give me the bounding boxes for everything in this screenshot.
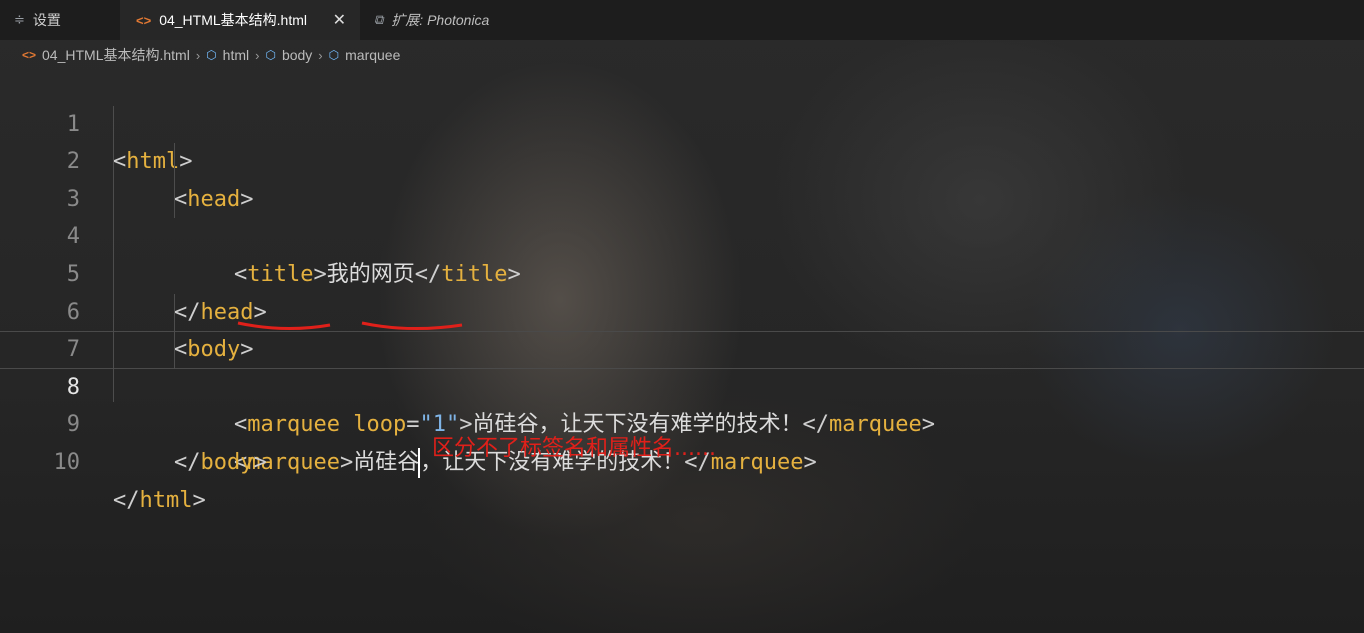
tab-extension[interactable]: ⧉ 扩展: Photonica [360, 0, 503, 40]
tag-name: marquee [710, 449, 804, 475]
settings-icon: ≑ [14, 12, 25, 27]
indent-guide [174, 180, 175, 219]
chevron-right-icon: › [195, 47, 201, 63]
breadcrumb-item-body[interactable]: body [282, 47, 312, 63]
symbol-cube-icon: ⬡ [265, 48, 276, 62]
code-line[interactable]: 1 <html> [0, 68, 1364, 175]
symbol-cube-icon: ⬡ [328, 48, 340, 62]
code-line[interactable]: 9 </body> [0, 369, 1364, 475]
code-editor[interactable]: 1 <html> 2 <head> 3 <title>我的网页</title> … [0, 68, 1364, 513]
tab-label: 扩展: Photonica [391, 12, 490, 28]
code-line[interactable]: 7 <marquee loop="1">尚硅谷，让天下没有难学的技术！</mar… [0, 293, 1364, 437]
code-line[interactable]: 3 <title>我的网页</title> [0, 143, 1364, 287]
html-file-icon: <> [22, 48, 37, 62]
tab-label: 04_HTML基本结构.html [159, 12, 307, 28]
chevron-right-icon: › [318, 47, 323, 63]
indent-guide [174, 293, 175, 332]
html-file-icon: <> [136, 12, 152, 28]
indent-guide [174, 143, 175, 181]
tab-settings[interactable]: ≑ 设置 [0, 0, 120, 40]
chevron-right-icon: › [255, 47, 260, 63]
breadcrumb: <> 04_HTML基本结构.html › ⬡ html › ⬡ body › … [0, 40, 1364, 70]
marquee-text: 尚硅谷 [353, 449, 420, 475]
code-line[interactable]: 5 </head> [0, 218, 1364, 325]
close-icon[interactable]: ✕ [333, 10, 346, 30]
tab-bar: ≑ 设置 <> 04_HTML基本结构.html ✕ ⧉ 扩展: Photoni… [0, 0, 1364, 40]
code-line-current[interactable]: 8 <marquee>尚硅谷，让天下没有难学的技术！</marquee> [0, 331, 1364, 478]
breadcrumb-item-html[interactable]: html [223, 47, 249, 63]
indent-guide [174, 331, 175, 369]
indent-guide [113, 106, 114, 402]
breadcrumb-item-file[interactable]: 04_HTML基本结构.html [42, 45, 190, 65]
annotation-note: 区分不了标签名和属性名...... [432, 436, 716, 461]
code-line[interactable]: 2 <head> [0, 106, 1364, 212]
code-line[interactable]: 4 [0, 180, 1364, 249]
tag-name: html [139, 487, 193, 513]
breadcrumb-item-marquee[interactable]: marquee [345, 47, 400, 63]
symbol-cube-icon: ⬡ [206, 48, 217, 62]
tag-name: body [200, 449, 254, 475]
code-line[interactable]: 6 <body> [0, 256, 1364, 363]
extension-icon: ⧉ [374, 12, 384, 27]
tab-label: 设置 [32, 12, 61, 28]
tab-html-file[interactable]: <> 04_HTML基本结构.html ✕ [120, 0, 360, 40]
line-number: 10 [53, 449, 81, 475]
